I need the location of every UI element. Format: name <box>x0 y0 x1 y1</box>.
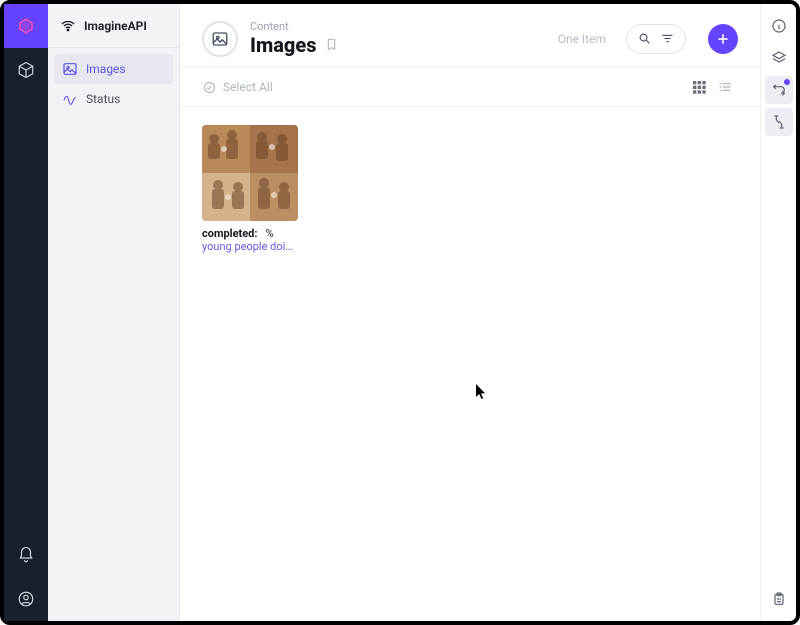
rail-account[interactable] <box>4 577 48 621</box>
rail-info-button[interactable] <box>765 12 793 40</box>
status-icon <box>62 91 78 107</box>
item-count: One Item <box>558 32 606 46</box>
list-icon <box>717 79 733 95</box>
image-icon <box>211 30 229 48</box>
rail-notifications[interactable] <box>4 533 48 577</box>
item-caption: young people doin… <box>202 240 298 253</box>
item-card[interactable]: completed: % young people doin… <box>202 125 298 253</box>
view-list-button[interactable] <box>712 74 738 100</box>
items-grid: completed: % young people doin… <box>180 107 760 621</box>
plus-icon <box>715 31 731 47</box>
list-toolbar: Select All <box>180 67 760 107</box>
app-logo[interactable] <box>4 4 48 48</box>
clipboard-icon <box>771 591 787 607</box>
sidebar-item-status[interactable]: Status <box>54 84 173 114</box>
main-panel: Content Images One Item Sel <box>180 4 760 621</box>
check-circle-icon <box>202 80 217 95</box>
wifi-icon <box>60 18 76 34</box>
right-rail <box>760 4 796 621</box>
info-icon <box>771 18 787 34</box>
rail-flow-button[interactable] <box>765 108 793 136</box>
grid-icon <box>691 79 707 95</box>
filter-icon <box>660 31 675 46</box>
collection-sidebar: ImagineAPI Images Status <box>48 4 180 621</box>
layers-icon <box>771 50 787 66</box>
rail-layers-button[interactable] <box>765 44 793 72</box>
sidebar-item-label: Status <box>86 92 120 106</box>
sidebar-title: ImagineAPI <box>84 19 147 33</box>
sidebar-item-images[interactable]: Images <box>54 54 173 84</box>
search-filter-button[interactable] <box>626 24 686 54</box>
bookmark-icon <box>324 37 339 52</box>
transform-icon <box>771 82 787 98</box>
sidebar-header: ImagineAPI <box>48 4 179 48</box>
page-title: Images <box>250 33 316 57</box>
bookmark-button[interactable] <box>324 33 339 57</box>
select-all-button[interactable]: Select All <box>202 80 273 95</box>
rail-clipboard-button[interactable] <box>765 585 793 613</box>
image-icon <box>62 61 78 77</box>
breadcrumb: Content <box>250 20 339 33</box>
collection-icon <box>202 21 238 57</box>
search-icon <box>637 31 652 46</box>
item-status: completed: % <box>202 227 298 240</box>
view-grid-button[interactable] <box>686 74 712 100</box>
flow-icon <box>771 114 787 130</box>
rail-content-module[interactable] <box>4 48 48 92</box>
select-all-label: Select All <box>223 80 273 94</box>
add-button[interactable] <box>708 24 738 54</box>
rail-transform-button[interactable] <box>765 76 793 104</box>
item-thumbnail[interactable] <box>202 125 298 221</box>
notification-dot-icon <box>784 79 790 85</box>
page-header: Content Images One Item <box>180 4 760 67</box>
sidebar-item-label: Images <box>86 62 126 76</box>
module-rail <box>4 4 48 621</box>
